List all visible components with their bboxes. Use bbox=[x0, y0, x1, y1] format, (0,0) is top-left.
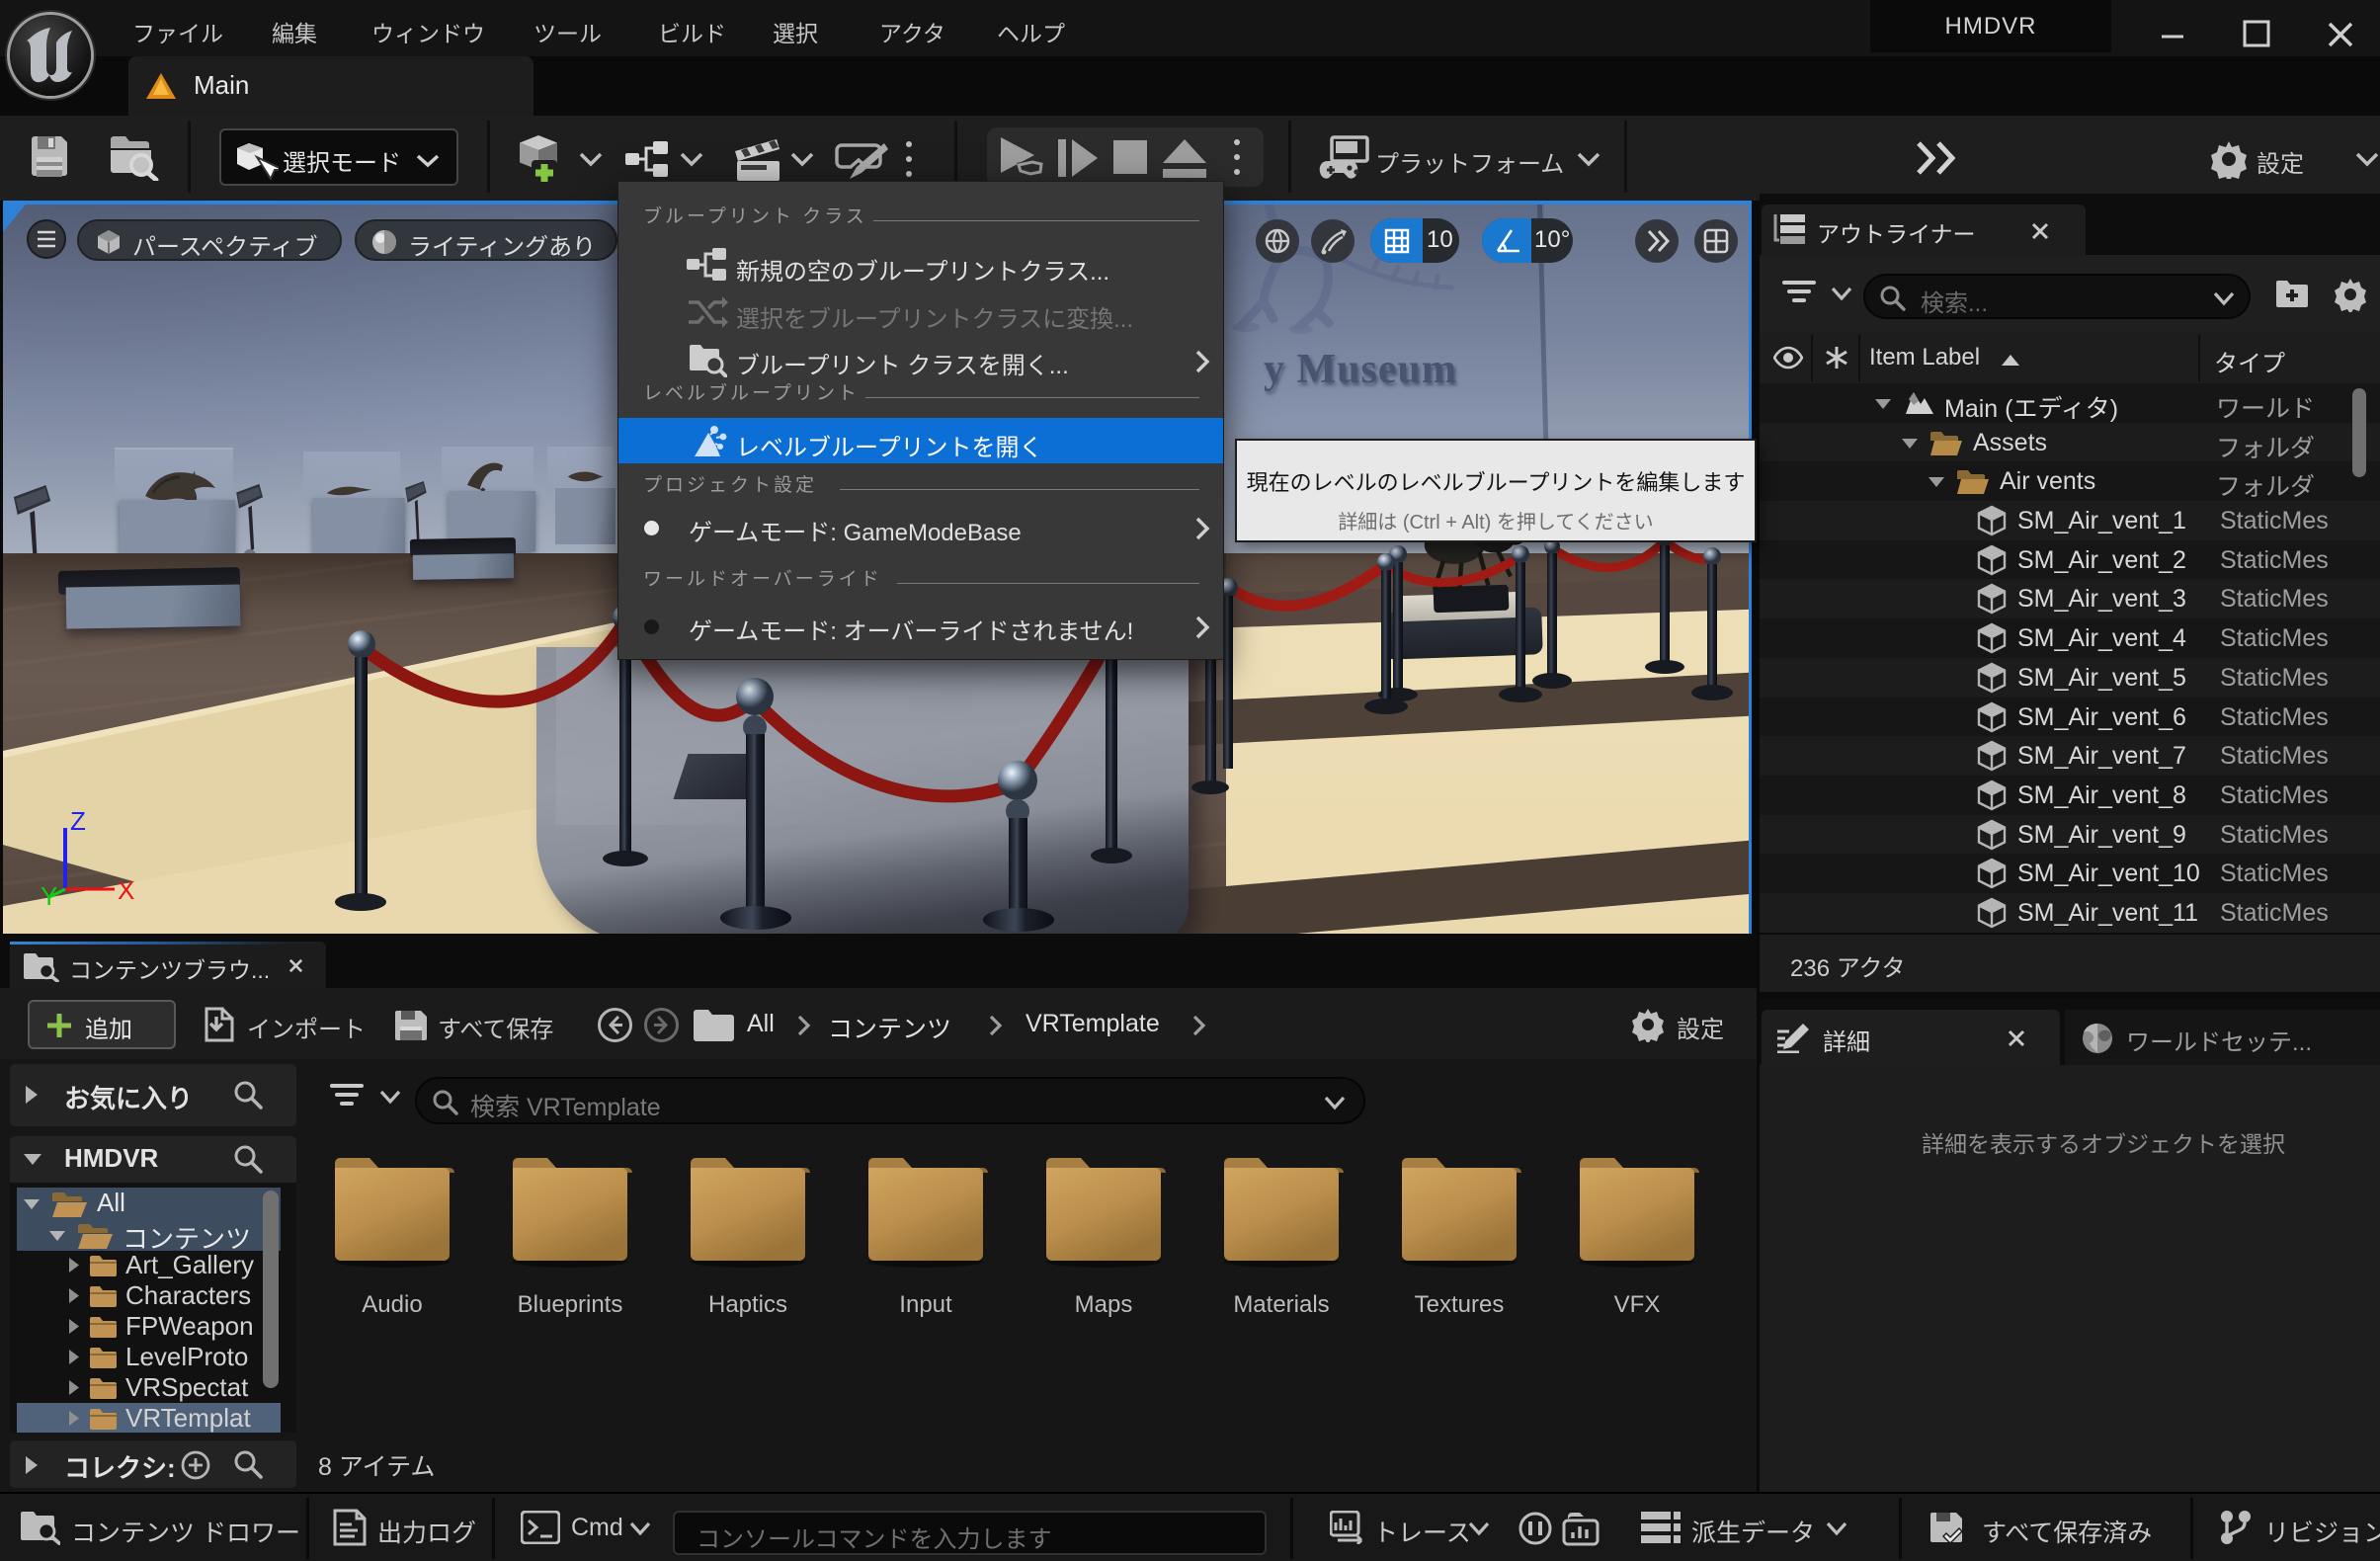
svg-text:Y: Y bbox=[41, 881, 57, 907]
svg-text:Z: Z bbox=[70, 808, 86, 836]
svg-text:X: X bbox=[118, 875, 134, 905]
